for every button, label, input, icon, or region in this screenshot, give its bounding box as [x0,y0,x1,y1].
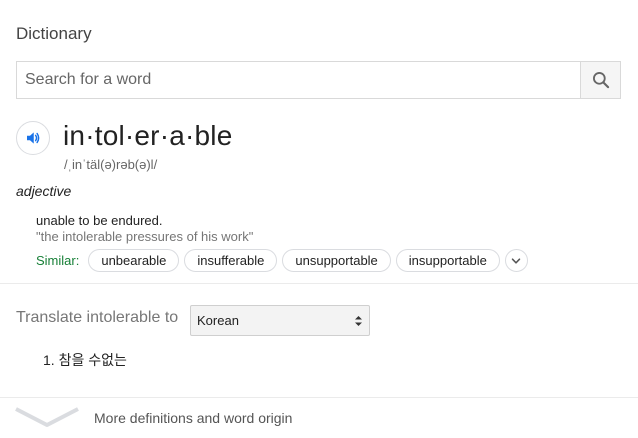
headword: in·tol·er·a·ble [63,120,233,151]
speaker-icon [27,132,40,144]
phonetic-spelling: /ˌinˈtäl(ə)rəb(ə)l/ [64,157,158,172]
selected-language: Korean [197,313,239,328]
similar-label: Similar: [36,253,80,268]
example-sentence: "the intolerable pressures of his work" [36,229,254,244]
chevron-down-icon [512,257,521,264]
part-of-speech: adjective [16,183,72,199]
similar-chip-insufferable[interactable]: insufferable [184,249,278,272]
select-arrows-icon [355,316,362,326]
section-divider [0,283,638,284]
pronunciation-button[interactable] [16,121,50,155]
card-title: Dictionary [16,24,92,43]
search-input[interactable] [17,62,581,98]
similar-words-row: Similar: unbearable insufferable unsuppo… [36,248,528,273]
language-select[interactable]: Korean [190,305,370,336]
similar-chip-insupportable[interactable]: insupportable [395,249,500,272]
definition-text: unable to be endured. [36,213,163,228]
search-icon [592,72,609,89]
chevron-down-icon[interactable] [14,405,80,431]
footer-divider [0,397,638,398]
expand-similar-button[interactable] [504,249,528,272]
search-button[interactable] [580,62,620,98]
translate-label: Translate intolerable to [16,309,179,326]
more-definitions-link[interactable]: More definitions and word origin [94,410,292,426]
search-box [16,61,621,99]
translation-result: 1. 참을 수없는 [43,352,127,368]
dictionary-card: Dictionary in·tol·er·a·ble /ˌinˈtäl(ə)rə… [0,0,638,438]
similar-chip-unbearable[interactable]: unbearable [88,249,180,272]
similar-chip-unsupportable[interactable]: unsupportable [282,249,391,272]
